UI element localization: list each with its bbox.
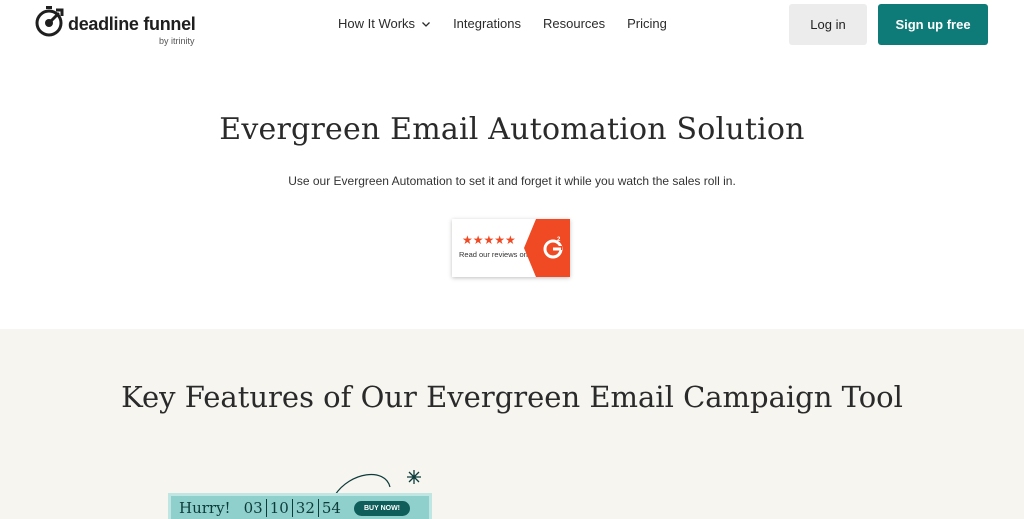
nav-item-resources[interactable]: Resources	[543, 16, 605, 31]
brand-name: deadline funnel	[68, 14, 196, 34]
nav-item-pricing[interactable]: Pricing	[627, 16, 667, 31]
brand-sub: by itrinity	[159, 36, 195, 46]
nav-item-label: How It Works	[338, 16, 416, 31]
main-nav: How It Works Integrations Resources Pric…	[338, 16, 667, 31]
buy-now-button[interactable]: BUY NOW!	[353, 500, 411, 516]
timer-minutes: 32	[293, 499, 319, 517]
login-button[interactable]: Log in	[789, 4, 867, 45]
nav-item-how-it-works[interactable]: How It Works	[338, 16, 431, 31]
timer-label: Hurry!	[179, 499, 231, 517]
stopwatch-logo-icon	[35, 6, 64, 37]
g2-logo-icon: 2	[524, 219, 570, 277]
nav-item-label: Integrations	[453, 16, 521, 31]
site-header: deadline funnel by itrinity How It Works…	[0, 0, 1024, 56]
nav-item-integrations[interactable]: Integrations	[453, 16, 521, 31]
g2-badge-text: Read our reviews on	[459, 250, 528, 259]
timer-hours: 10	[267, 499, 293, 517]
countdown-timer: Hurry! 03 10 32 54 BUY NOW!	[168, 493, 432, 519]
nav-item-label: Resources	[543, 16, 606, 31]
timer-days: 03	[241, 499, 267, 517]
page-title: Evergreen Email Automation Solution	[219, 112, 805, 147]
nav-item-label: Pricing	[627, 16, 667, 31]
g2-reviews-badge[interactable]: ★★★★★ Read our reviews on 2	[452, 219, 570, 277]
features-title: Key Features of Our Evergreen Email Camp…	[121, 380, 903, 414]
signup-button[interactable]: Sign up free	[878, 4, 988, 45]
chevron-down-icon	[422, 21, 431, 27]
rating-stars-icon: ★★★★★	[462, 233, 516, 247]
brand-logo[interactable]: deadline funnel by itrinity	[34, 6, 204, 46]
timer-seconds: 54	[321, 499, 341, 517]
hero-subtitle: Use our Evergreen Automation to set it a…	[288, 174, 736, 188]
features-section: Key Features of Our Evergreen Email Camp…	[0, 329, 1024, 519]
